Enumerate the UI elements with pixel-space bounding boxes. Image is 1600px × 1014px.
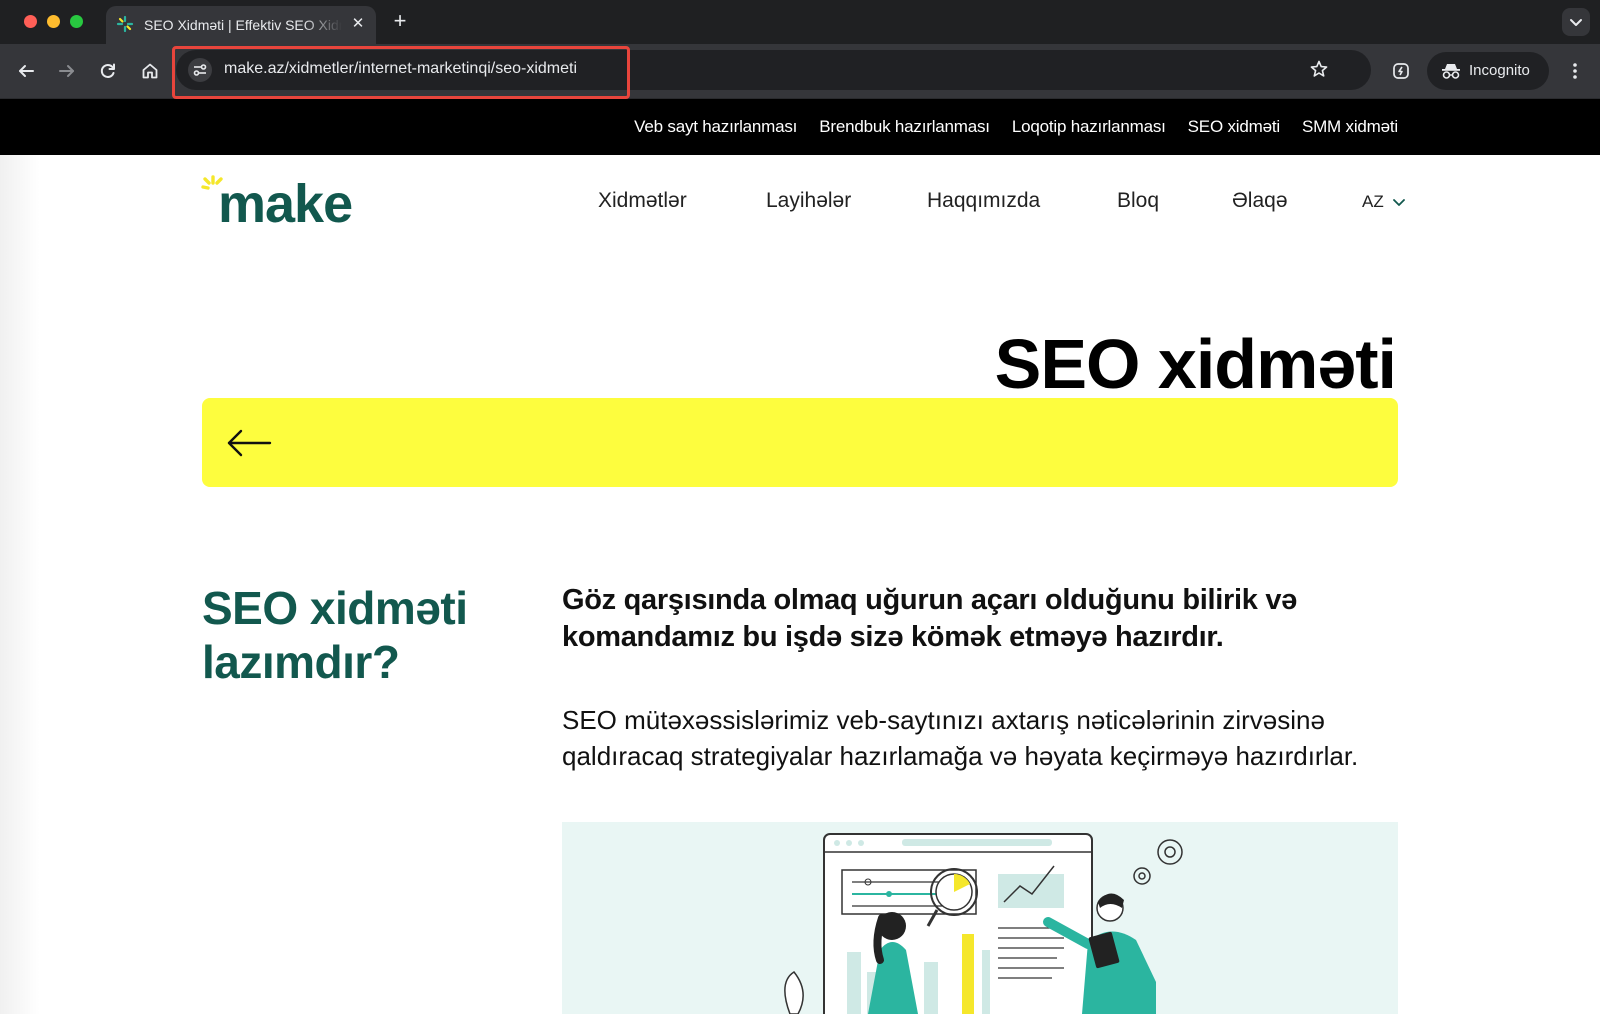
topnav-link-logo[interactable]: Loqotip hazırlanması [1012, 117, 1166, 137]
webpage: Veb sayt hazırlanması Brendbuk hazırlanm… [0, 99, 1600, 1014]
chevron-down-icon [1392, 199, 1405, 206]
chevron-down-icon [1570, 19, 1582, 26]
body-paragraph: SEO mütəxəssislərimiz veb-saytınızı axta… [562, 705, 1359, 771]
section-heading: SEO xidməti lazımdır? [202, 582, 468, 688]
language-switcher[interactable]: AZ [1362, 192, 1406, 212]
extension-icon [1393, 63, 1409, 79]
url-highlight-box [172, 46, 630, 99]
forward-button[interactable] [54, 58, 80, 84]
browser-tab-active[interactable]: SEO Xidməti | Effektiv SEO Xidmətləri ✕ [106, 6, 376, 44]
tab-title: SEO Xidməti | Effektiv SEO Xidmətləri [144, 17, 342, 33]
topnav-link-web[interactable]: Veb sayt hazırlanması [634, 117, 797, 137]
browser-tab-bar: SEO Xidməti | Effektiv SEO Xidmətləri ✕ … [0, 0, 1600, 44]
topnav-link-smm[interactable]: SMM xidməti [1302, 117, 1398, 137]
reload-icon [100, 63, 115, 78]
arrow-left-icon [19, 65, 34, 77]
home-button[interactable] [137, 58, 163, 84]
window-zoom-button[interactable] [70, 15, 83, 28]
page-title: SEO xidməti [994, 325, 1397, 403]
language-label: AZ [1362, 192, 1384, 211]
hero-banner [202, 398, 1398, 487]
seo-illustration [562, 822, 1398, 1014]
window-close-button[interactable] [24, 15, 37, 28]
home-icon [142, 63, 158, 79]
site-logo[interactable]: make [200, 174, 380, 235]
service-top-nav: Veb sayt hazırlanması Brendbuk hazırlanm… [0, 99, 1600, 155]
make-favicon-icon [116, 15, 134, 33]
lead-paragraph: Göz qarşısında olmaq uğurun açarı olduğu… [562, 584, 1297, 653]
nav-projects[interactable]: Layihələr [766, 189, 851, 213]
logo-text: make [218, 174, 353, 234]
topnav-link-seo[interactable]: SEO xidməti [1188, 117, 1280, 137]
more-vertical-icon [1573, 63, 1577, 79]
reload-button[interactable] [95, 58, 121, 84]
nav-services[interactable]: Xidmətlər [598, 189, 687, 213]
new-tab-button[interactable]: + [388, 10, 412, 34]
tab-search-button[interactable] [1562, 8, 1590, 36]
bookmark-star-button[interactable] [1306, 56, 1332, 82]
incognito-label: Incognito [1469, 62, 1530, 79]
nav-about[interactable]: Haqqımızda [927, 189, 1040, 213]
incognito-indicator[interactable]: Incognito [1427, 52, 1549, 90]
nav-blog[interactable]: Bloq [1117, 189, 1159, 213]
window-minimize-button[interactable] [47, 15, 60, 28]
incognito-icon [1442, 64, 1460, 79]
back-button[interactable] [13, 58, 39, 84]
browser-menu-button[interactable] [1562, 58, 1588, 84]
topnav-link-brandbook[interactable]: Brendbuk hazırlanması [819, 117, 990, 137]
arrow-right-icon [59, 65, 74, 77]
extension-button[interactable] [1388, 58, 1414, 84]
nav-contact[interactable]: Əlaqə [1232, 189, 1288, 213]
tab-close-icon[interactable]: ✕ [348, 14, 368, 34]
seo-team-illustration [784, 833, 1183, 1014]
back-arrow-icon[interactable] [226, 428, 272, 458]
star-icon [1310, 60, 1328, 77]
